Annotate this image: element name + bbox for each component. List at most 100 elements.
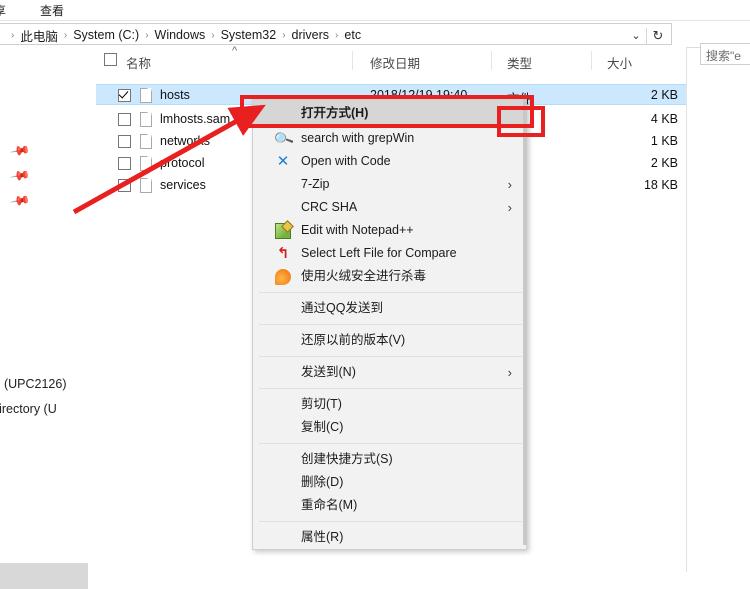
context-menu-item-restore-previous-versions[interactable]: 还原以前的版本(V) <box>253 329 526 352</box>
chevron-right-icon: › <box>507 365 512 380</box>
context-menu-item-label: 使用火绒安全进行杀毒 <box>301 269 427 283</box>
file-size: 2 KB <box>650 88 678 102</box>
file-size: 4 KB <box>650 112 678 126</box>
grepwin-icon: 🔍 <box>272 127 295 150</box>
breadcrumb-separator-4: › <box>282 29 286 41</box>
search-placeholder: 搜索"e <box>706 49 741 63</box>
column-divider[interactable] <box>352 51 353 70</box>
chevron-right-icon: › <box>507 177 512 192</box>
row-checkbox[interactable] <box>118 89 131 102</box>
context-menu-item-crc-sha[interactable]: CRC SHA › <box>253 196 526 219</box>
context-menu-item-label: 复制(C) <box>301 420 344 434</box>
file-size: 18 KB <box>643 178 678 192</box>
file-name[interactable]: hosts <box>160 88 190 102</box>
file-size: 1 KB <box>650 134 678 148</box>
huorong-icon <box>275 268 291 285</box>
context-menu-separator <box>259 443 522 444</box>
pin-icon[interactable]: 📌 <box>9 190 31 212</box>
context-menu-item-send-via-qq[interactable]: 通过QQ发送到 <box>253 297 526 320</box>
context-menu-item-send-to[interactable]: 发送到(N) › <box>253 361 526 384</box>
compare-icon: ↰ <box>276 244 290 262</box>
column-header-type[interactable]: 类型 <box>507 53 532 72</box>
row-checkbox[interactable] <box>118 179 131 192</box>
notepadpp-icon <box>275 222 291 239</box>
select-all-checkbox[interactable] <box>104 53 117 66</box>
file-name[interactable]: networks <box>160 134 210 148</box>
file-size: 2 KB <box>650 156 678 170</box>
row-checkbox[interactable] <box>118 113 131 126</box>
column-header-date-modified[interactable]: 修改日期 <box>370 53 420 72</box>
breadcrumb-item-drivers[interactable]: drivers <box>291 28 331 42</box>
context-menu-item-rename[interactable]: 重命名(M) <box>253 494 526 517</box>
context-menu-separator <box>259 356 522 357</box>
nav-item-selected-highlight[interactable] <box>0 563 88 589</box>
breadcrumb-item-windows[interactable]: Windows <box>154 28 207 42</box>
breadcrumb-separator-3: › <box>211 29 215 41</box>
address-field[interactable]: › 此电脑 › System (C:) › Windows › System32… <box>0 23 672 45</box>
context-menu-item-label: 重命名(M) <box>301 498 358 512</box>
context-menu-item-label: 属性(R) <box>301 530 344 544</box>
address-divider <box>646 28 647 44</box>
context-menu-item-delete[interactable]: 删除(D) <box>253 471 526 494</box>
breadcrumb-item-etc[interactable]: etc <box>343 28 362 42</box>
context-menu-item-properties[interactable]: 属性(R) <box>253 526 526 549</box>
context-menu-item-7zip[interactable]: 7-Zip › <box>253 173 526 196</box>
context-menu-item-label: 删除(D) <box>301 475 344 489</box>
breadcrumb-separator-5: › <box>335 29 339 41</box>
pane-divider <box>686 47 687 572</box>
breadcrumb-separator-2: › <box>145 29 149 41</box>
tab-share[interactable]: 享 <box>0 2 6 19</box>
nav-item-share-directory[interactable]: areDirectory (U <box>0 402 57 416</box>
column-header-name[interactable]: 名称 <box>126 53 151 72</box>
search-input[interactable]: 搜索"e <box>700 43 750 65</box>
file-name[interactable]: protocol <box>160 156 204 170</box>
context-menu-separator <box>259 521 522 522</box>
breadcrumb-item-system-c[interactable]: System (C:) <box>72 28 140 42</box>
context-menu-item-cut[interactable]: 剪切(T) <box>253 393 526 416</box>
chevron-down-icon[interactable]: ⌄ <box>629 29 643 43</box>
context-menu-item-label: 剪切(T) <box>301 397 342 411</box>
context-menu-item-label: Select Left File for Compare <box>301 246 457 260</box>
context-menu-item-edit-with-notepadpp[interactable]: Edit with Notepad++ <box>253 219 526 242</box>
file-icon <box>140 112 152 127</box>
column-divider[interactable] <box>491 51 492 70</box>
context-menu-item-label: 通过QQ发送到 <box>301 301 383 315</box>
context-menu-item-open-with-code[interactable]: ✕ Open with Code <box>253 150 526 173</box>
context-menu: 打开方式(H) 🔍 search with grepWin ✕ Open wit… <box>252 99 527 550</box>
context-menu-separator <box>259 324 522 325</box>
file-name[interactable]: lmhosts.sam <box>160 112 230 126</box>
column-header-size[interactable]: 大小 <box>607 53 632 72</box>
navigation-pane: 📌 📌 📌 Win7 (UPC2126) areDirectory (U <box>0 47 97 589</box>
pin-icon[interactable]: 📌 <box>9 165 31 187</box>
tab-view[interactable]: 查看 <box>40 2 64 19</box>
refresh-icon[interactable]: ↻ <box>650 27 666 45</box>
breadcrumb-item-system32[interactable]: System32 <box>220 28 278 42</box>
breadcrumb-item-this-pc[interactable]: 此电脑 <box>19 26 59 45</box>
file-icon <box>140 88 152 103</box>
context-menu-item-search-with-grepwin[interactable]: 🔍 search with grepWin <box>253 127 526 150</box>
breadcrumb-separator-1: › <box>63 29 68 41</box>
context-menu-item-open-with[interactable]: 打开方式(H) <box>253 100 526 127</box>
context-menu-item-huorong-scan[interactable]: 使用火绒安全进行杀毒 <box>253 265 526 288</box>
context-menu-item-copy[interactable]: 复制(C) <box>253 416 526 439</box>
file-icon <box>140 156 152 171</box>
breadcrumb-separator-0: › <box>11 29 15 41</box>
context-menu-item-label: 7-Zip <box>301 177 330 191</box>
column-divider[interactable] <box>591 51 592 70</box>
context-menu-item-select-left-file-for-compare[interactable]: ↰ Select Left File for Compare <box>253 242 526 265</box>
row-checkbox[interactable] <box>118 135 131 148</box>
row-checkbox[interactable] <box>118 157 131 170</box>
nav-item-win7[interactable]: Win7 (UPC2126) <box>0 377 66 391</box>
file-name[interactable]: services <box>160 178 206 192</box>
ribbon-tab-strip: 享 查看 <box>0 0 750 20</box>
context-menu-item-label: 发送到(N) <box>301 365 356 379</box>
file-icon <box>140 178 152 193</box>
file-icon <box>140 134 152 149</box>
address-bar: › 此电脑 › System (C:) › Windows › System32… <box>0 20 750 65</box>
context-menu-shadow <box>523 99 527 545</box>
pin-icon[interactable]: 📌 <box>9 140 31 162</box>
context-menu-item-label: 打开方式(H) <box>301 106 369 120</box>
context-menu-item-create-shortcut[interactable]: 创建快捷方式(S) <box>253 448 526 471</box>
context-menu-separator <box>259 292 522 293</box>
sort-ascending-icon: ^ <box>232 45 238 57</box>
